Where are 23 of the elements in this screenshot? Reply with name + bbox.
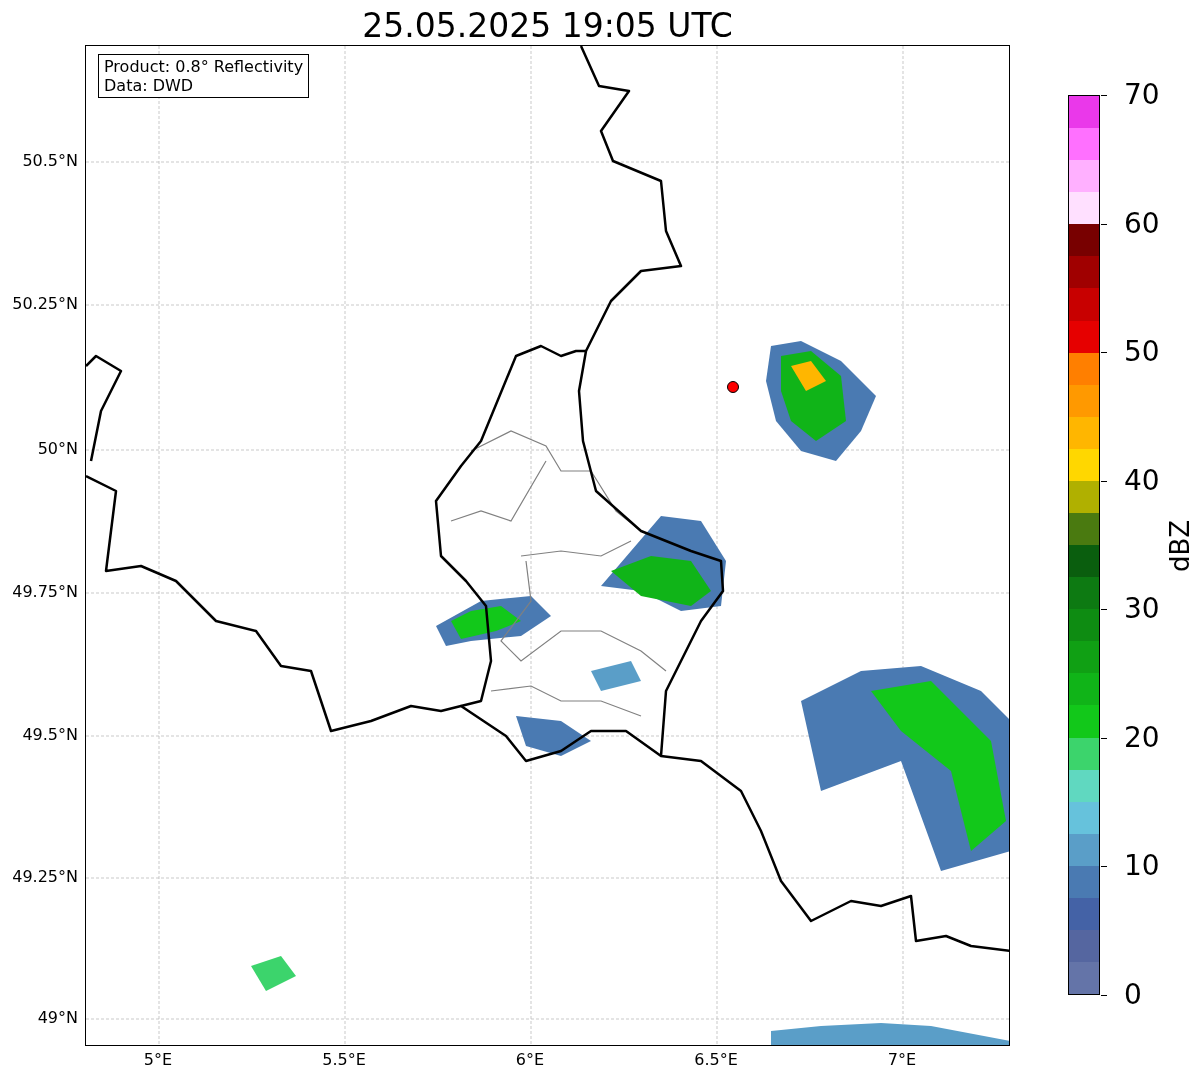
longitude-label: 6.5°E <box>693 1050 739 1070</box>
latitude-label: 50.5°N <box>22 151 78 171</box>
colorbar-label: dBZ <box>1164 518 1196 575</box>
colorbar-tick-label: 70 <box>1124 79 1160 111</box>
longitude-label: 5°E <box>142 1050 174 1070</box>
colorbar-tick-label: 50 <box>1124 336 1160 369</box>
latitude-label: 49°N <box>37 1008 78 1028</box>
latitude-label: 49.25°N <box>12 867 78 887</box>
latitude-label: 49.75°N <box>12 582 78 602</box>
info-box: Product: 0.8° Reflectivity Data: DWD <box>98 54 310 98</box>
colorbar-tick-label: 30 <box>1124 593 1160 626</box>
chart-title: 25.05.2025 19:05 UTC <box>361 5 734 47</box>
colorbar-tick-label: 0 <box>1124 979 1142 1011</box>
colorbar-tick-label: 20 <box>1124 721 1160 754</box>
colorbar-tick-label: 60 <box>1124 207 1160 240</box>
latitude-label: 50°N <box>37 439 78 459</box>
longitude-label: 6°E <box>514 1050 546 1070</box>
latitude-label: 49.5°N <box>22 725 78 745</box>
latitude-label: 50.25°N <box>12 294 78 314</box>
colorbar-tick-label: 10 <box>1124 850 1160 883</box>
colorbar-tick-label: 40 <box>1124 464 1160 497</box>
longitude-label: 7°E <box>886 1050 918 1070</box>
longitude-label: 5.5°E <box>321 1050 367 1070</box>
